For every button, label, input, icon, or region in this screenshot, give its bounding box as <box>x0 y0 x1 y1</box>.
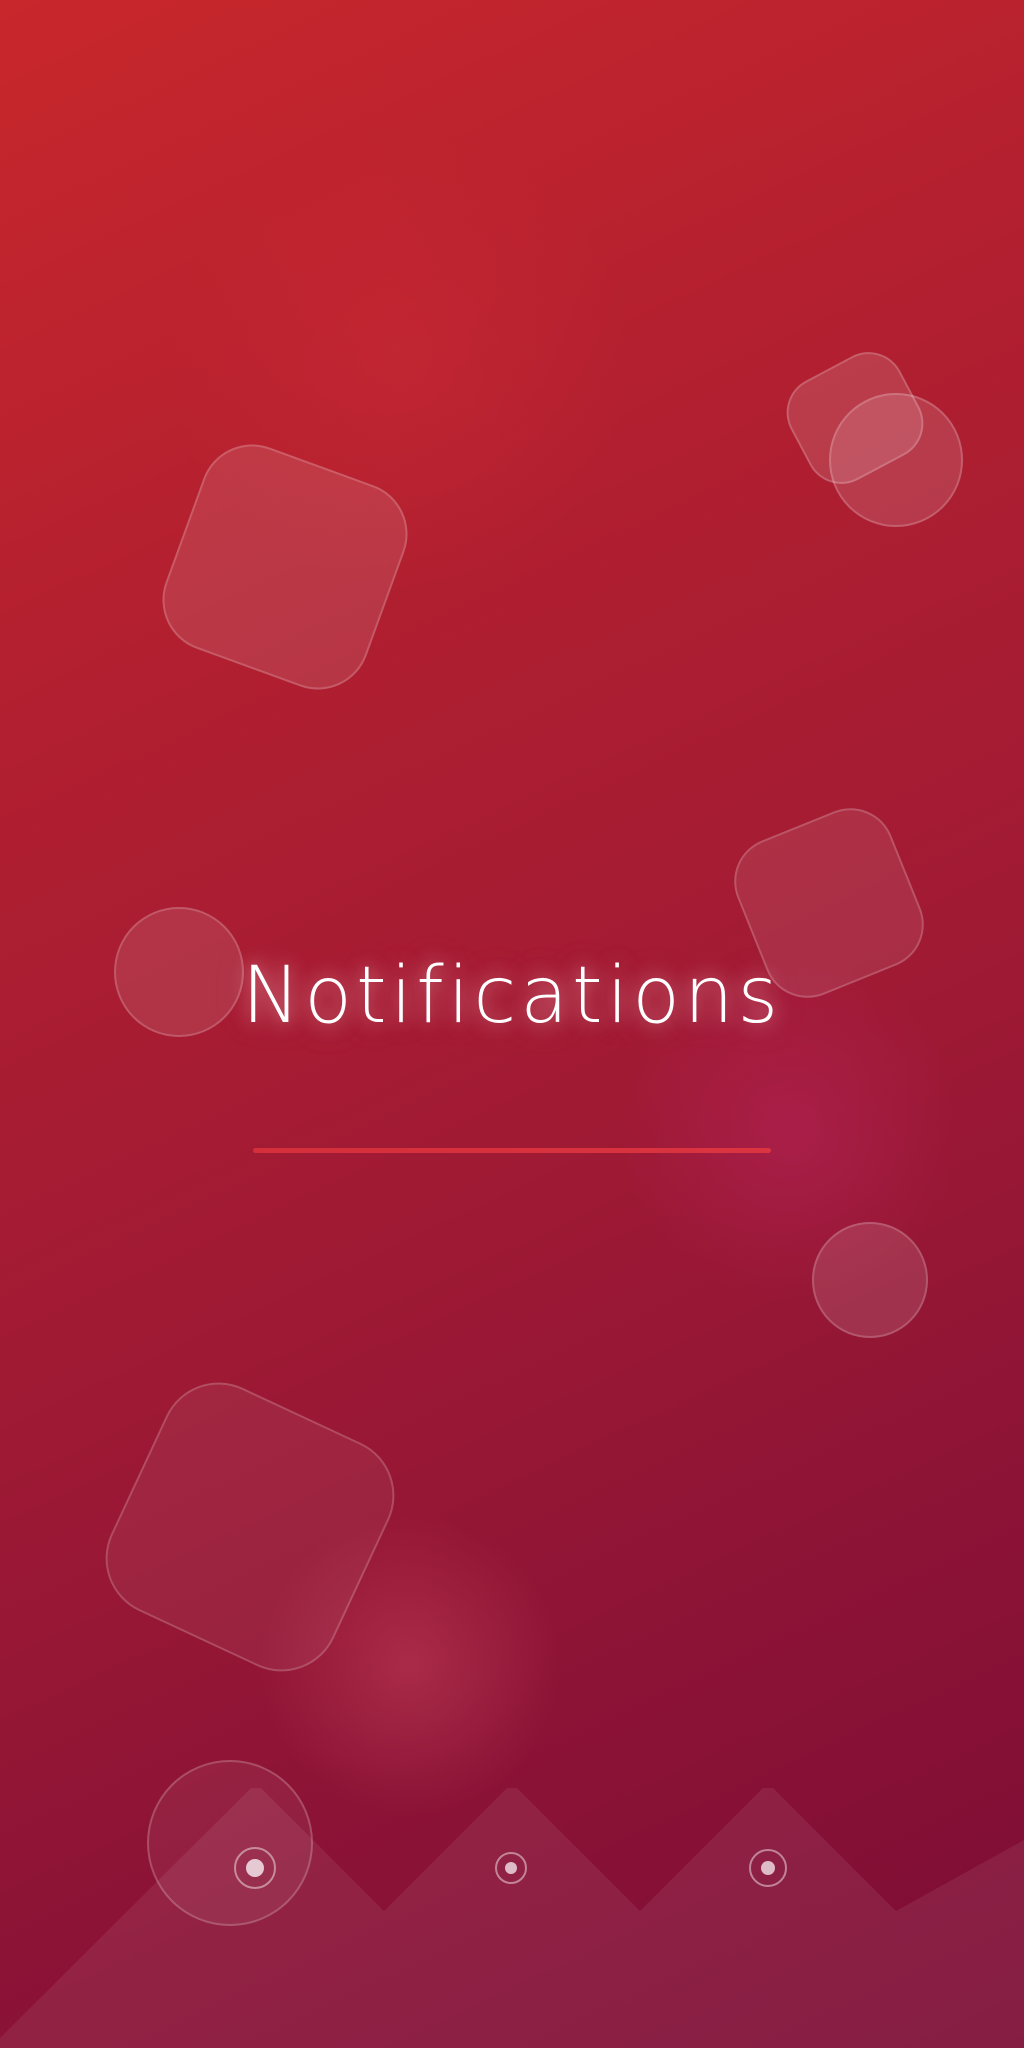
decorative-circle <box>812 1222 928 1338</box>
notifications-screen: Notifications <box>0 0 1024 2048</box>
page-title: Notifications <box>241 951 783 1041</box>
title-divider <box>253 1148 771 1153</box>
decorative-circle <box>147 1760 313 1926</box>
decorative-rounded-square <box>147 429 423 705</box>
page-dot-1-active[interactable] <box>234 1847 276 1889</box>
decorative-rounded-square <box>86 1363 414 1691</box>
page-dot-3[interactable] <box>749 1849 787 1887</box>
page-dot-2[interactable] <box>495 1852 527 1884</box>
decorative-circle <box>829 393 963 527</box>
